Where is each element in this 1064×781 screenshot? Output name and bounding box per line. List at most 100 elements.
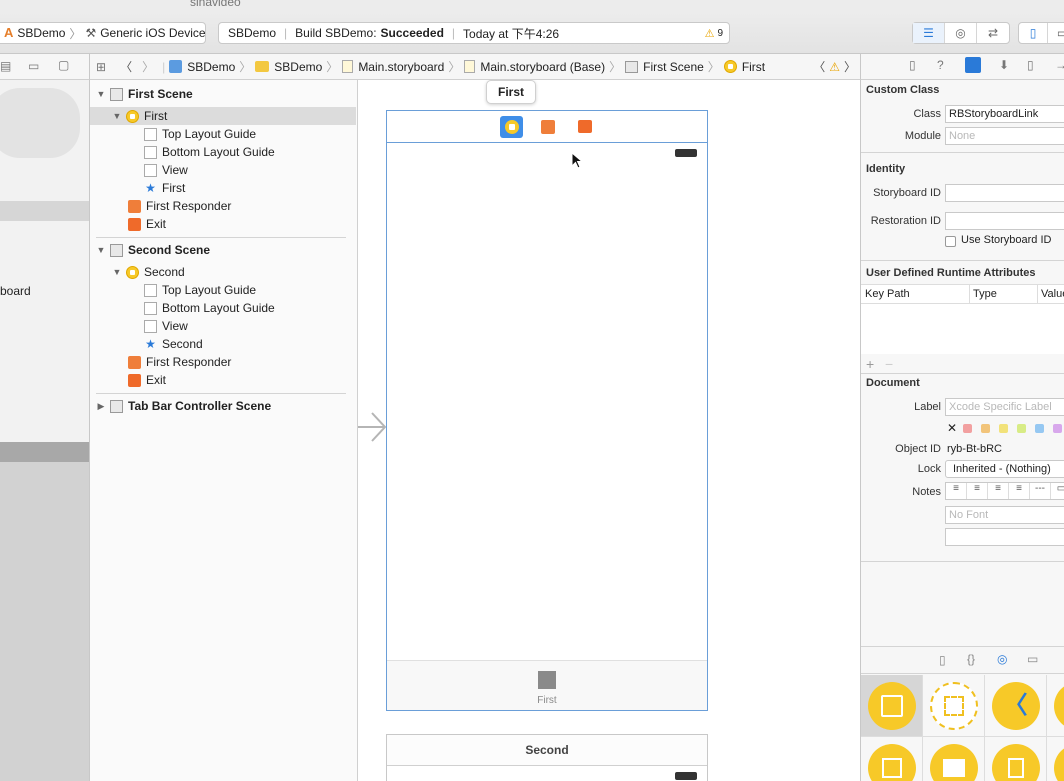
library-item-tab-bar-item[interactable] (923, 737, 985, 781)
file-template-icon[interactable]: ▯ (939, 653, 946, 667)
label-color-swatch[interactable] (1053, 424, 1062, 433)
outline-item[interactable]: View (90, 161, 356, 179)
library-item-view-controller[interactable] (861, 675, 923, 737)
version-editor-icon[interactable]: ⇄ (977, 23, 1009, 43)
comment-icon[interactable]: ▢ (58, 58, 69, 72)
selected-row[interactable] (0, 201, 89, 221)
navigator-toggle-icon[interactable]: ▯ (1019, 23, 1049, 43)
library-item-storyboard-reference[interactable] (923, 675, 985, 737)
connections-inspector-icon[interactable]: → (1055, 58, 1064, 72)
tab-item-icon[interactable] (538, 671, 556, 689)
column-header[interactable]: Value (1041, 288, 1064, 300)
outline-item[interactable]: Top Layout Guide (90, 281, 356, 299)
breadcrumb-item[interactable]: Main.storyboard (Base) (480, 60, 605, 74)
media-library-icon[interactable]: ▭ (1027, 652, 1038, 666)
scheme-device[interactable]: Generic iOS Device (100, 26, 205, 40)
outline-scene-first[interactable]: ▼ First Scene (90, 85, 356, 103)
attributes-inspector-icon[interactable]: ⬇ (999, 58, 1009, 72)
outline-item[interactable]: Bottom Layout Guide (90, 143, 356, 161)
remove-icon[interactable]: − (885, 356, 893, 372)
issue-prev-icon[interactable]: 〈 (813, 58, 825, 75)
disclosure-down-icon[interactable]: ▼ (112, 111, 122, 121)
column-header[interactable]: Type (973, 288, 997, 300)
warning-indicator[interactable]: ⚠ 9 (705, 27, 723, 40)
label-color-swatch[interactable] (999, 424, 1008, 433)
tab-item-label[interactable]: First (387, 695, 707, 706)
library-item-split-view-controller[interactable] (1047, 737, 1064, 781)
scheme-selector[interactable]: A SBDemo 〉 ⚒ Generic iOS Device (0, 22, 206, 44)
align-natural-icon[interactable]: --- (1030, 483, 1051, 499)
second-scene-frame[interactable]: Second (386, 734, 708, 781)
disclosure-down-icon[interactable]: ▼ (112, 267, 122, 277)
assistant-editor-icon[interactable]: ◎ (945, 23, 977, 43)
outline-scene-second[interactable]: ▼ Second Scene (90, 241, 356, 259)
library-item-collection-view-controller[interactable] (861, 737, 923, 781)
size-inspector-icon[interactable]: ▯ (1027, 58, 1034, 72)
outline-item[interactable]: Top Layout Guide (90, 125, 356, 143)
panel-toggle-segment[interactable]: ▯ ▭ (1018, 22, 1064, 44)
outline-item[interactable]: First Responder (90, 197, 356, 215)
issue-next-icon[interactable]: 〉 (844, 58, 856, 75)
file-inspector-icon[interactable]: ▯ (909, 58, 916, 72)
outline-item[interactable]: ★ First (90, 179, 356, 197)
standard-editor-icon[interactable]: ☰ (913, 23, 945, 43)
view-controller-dock-icon[interactable] (500, 116, 523, 138)
outline-item[interactable]: Exit (90, 215, 356, 233)
library-item-page-view-controller[interactable] (985, 737, 1047, 781)
breadcrumb-item[interactable]: SBDemo (187, 60, 235, 74)
align-left-icon[interactable]: ≡ (946, 483, 967, 499)
first-scene-frame[interactable]: First (386, 110, 708, 711)
tag-icon[interactable]: ▭ (28, 59, 39, 73)
warning-icon[interactable]: ⚠ (829, 60, 840, 74)
related-items-icon[interactable]: ⊞ (96, 60, 106, 74)
scheme-project[interactable]: SBDemo (17, 26, 65, 40)
align-right-icon[interactable]: ≡ (988, 483, 1009, 499)
restoration-id-field[interactable] (945, 212, 1064, 230)
add-icon[interactable]: + (866, 356, 874, 372)
runtime-attributes-table[interactable] (861, 304, 1064, 354)
align-center-icon[interactable]: ≡ (967, 483, 988, 499)
label-color-swatch[interactable] (981, 424, 990, 433)
font-field[interactable]: No Font (945, 506, 1064, 524)
breadcrumb-item[interactable]: Main.storyboard (358, 60, 444, 74)
storyboard-id-field[interactable] (945, 184, 1064, 202)
outline-controller-second[interactable]: ▼ Second (90, 263, 356, 281)
label-color-swatch[interactable] (1017, 424, 1026, 433)
identity-inspector-icon[interactable] (965, 57, 981, 73)
first-responder-dock-icon[interactable] (541, 120, 555, 134)
editor-mode-segment[interactable]: ☰ ◎ ⇄ (912, 22, 1010, 44)
column-header[interactable]: Key Path (865, 288, 910, 300)
disclosure-right-icon[interactable]: ▶ (96, 401, 106, 412)
breadcrumb-item[interactable]: First Scene (643, 60, 704, 74)
text-box-icon[interactable]: ▭ (1051, 483, 1064, 499)
outline-item[interactable]: First Responder (90, 353, 356, 371)
lock-popup[interactable]: Inherited - (Nothing) (945, 460, 1064, 478)
disclosure-down-icon[interactable]: ▼ (96, 245, 106, 255)
outline-item[interactable]: Exit (90, 371, 356, 389)
outline-item[interactable]: Bottom Layout Guide (90, 299, 356, 317)
clear-label-icon[interactable]: ✕ (947, 421, 957, 435)
use-storyboard-id-checkbox[interactable] (945, 236, 956, 247)
label-color-swatch[interactable] (963, 424, 972, 433)
breadcrumb-item[interactable]: First (742, 60, 765, 74)
breadcrumb-item[interactable]: SBDemo (274, 60, 322, 74)
object-library-icon[interactable]: ◎ (997, 652, 1007, 666)
library-item-navigation-controller[interactable]: 〈 (985, 675, 1047, 737)
forward-arrow-icon[interactable]: 〉 (142, 58, 154, 75)
label-color-swatch[interactable] (1035, 424, 1044, 433)
label-field[interactable]: Xcode Specific Label (945, 398, 1064, 416)
debug-toggle-icon[interactable]: ▭ (1048, 23, 1064, 43)
module-field[interactable]: None (945, 127, 1064, 145)
outline-scene-tab-bar[interactable]: ▶ Tab Bar Controller Scene (90, 397, 356, 415)
code-snippet-icon[interactable]: {} (967, 652, 975, 666)
storyboard-canvas[interactable]: First First Second (358, 80, 860, 781)
back-arrow-icon[interactable]: 〈 (120, 58, 132, 75)
outline-item[interactable]: ★ Second (90, 335, 356, 353)
align-justify-icon[interactable]: ≡ (1009, 483, 1030, 499)
list-icon[interactable]: ▤ (0, 59, 11, 73)
exit-dock-icon[interactable] (578, 120, 592, 133)
outline-controller-first[interactable]: ▼ First (90, 107, 356, 125)
notes-text-field[interactable] (945, 528, 1064, 546)
outline-item[interactable]: View (90, 317, 356, 335)
quick-help-icon[interactable]: ? (937, 58, 944, 72)
